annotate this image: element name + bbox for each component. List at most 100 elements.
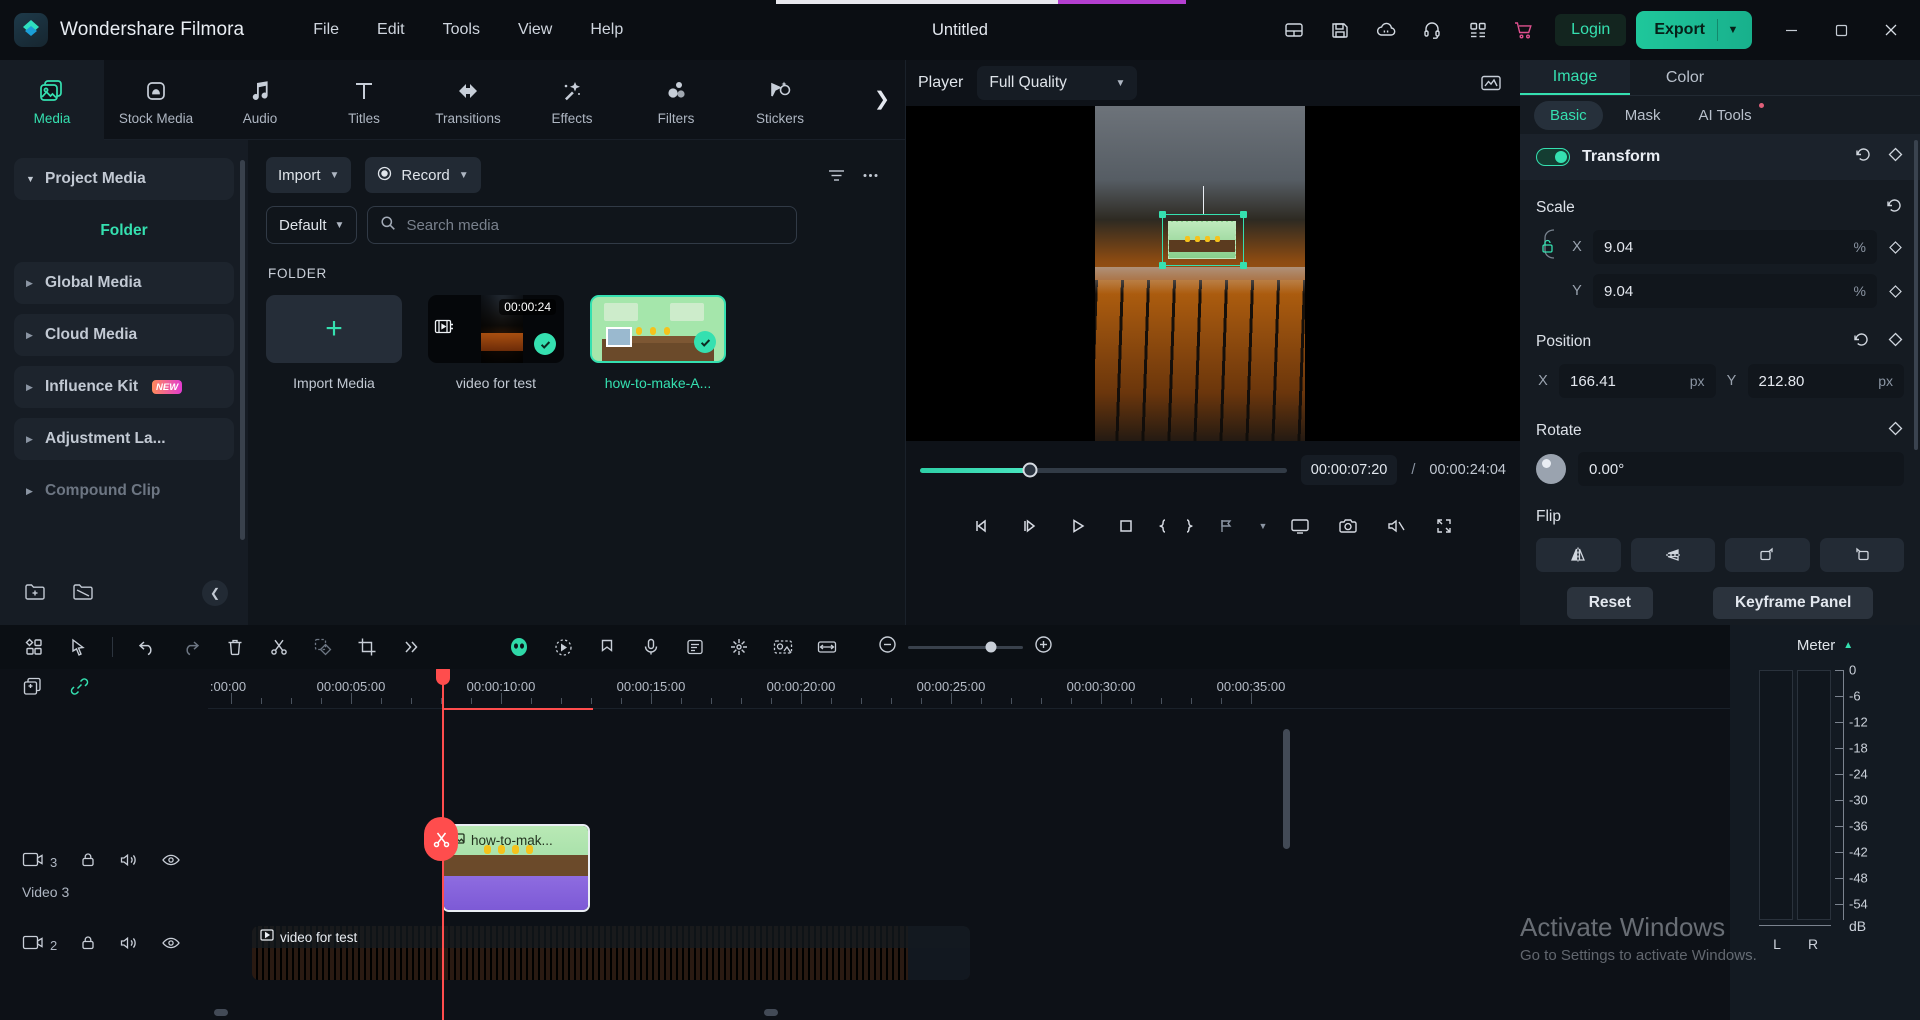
position-keyframe-icon[interactable] xyxy=(1887,331,1904,353)
rotate-right-icon[interactable] xyxy=(1725,538,1810,573)
timeline-vscrollbar[interactable] xyxy=(1283,729,1290,849)
timeline-clip-howto[interactable]: how-to-mak... xyxy=(442,824,590,912)
menu-help[interactable]: Help xyxy=(571,15,642,45)
tab-media[interactable]: Media xyxy=(0,59,104,140)
media-item-howto[interactable]: how-to-make-A... xyxy=(590,295,726,391)
quality-dropdown[interactable]: Full Quality ▼ xyxy=(977,66,1138,100)
video-track-icon[interactable] xyxy=(22,934,44,957)
rotation-handle[interactable] xyxy=(1203,186,1204,214)
menu-view[interactable]: View xyxy=(499,15,571,45)
fit-timeline-button[interactable] xyxy=(807,630,847,664)
scale-x-keyframe-icon[interactable] xyxy=(1886,240,1904,255)
import-button[interactable]: Import ▼ xyxy=(266,157,352,193)
speaker-mute-icon[interactable] xyxy=(1374,507,1418,545)
scale-y-input[interactable]: 9.04 % xyxy=(1593,274,1877,309)
search-input[interactable] xyxy=(406,216,785,234)
tab-effects[interactable]: Effects xyxy=(520,60,624,140)
subtab-mask[interactable]: Mask xyxy=(1609,101,1677,130)
more-horizontal-icon[interactable] xyxy=(853,158,887,192)
record-button[interactable]: Record ▼ xyxy=(365,157,481,193)
mute-icon[interactable] xyxy=(119,851,139,874)
transform-selection-box[interactable] xyxy=(1159,186,1247,269)
monitor-icon[interactable] xyxy=(1278,507,1322,545)
sidebar-item-cloud-media[interactable]: ▶ Cloud Media xyxy=(14,314,234,356)
more-tools-button[interactable] xyxy=(391,630,431,664)
rotate-dial[interactable] xyxy=(1536,454,1566,485)
reset-button[interactable]: Reset xyxy=(1566,587,1653,620)
seek-slider[interactable] xyxy=(920,462,1287,478)
new-folder-icon[interactable] xyxy=(24,581,46,606)
prev-frame-button[interactable] xyxy=(960,507,1004,545)
position-x-input[interactable]: 166.41 px xyxy=(1559,364,1716,399)
sidebar-item-folder[interactable]: Folder xyxy=(14,210,234,252)
cloud-upload-icon[interactable] xyxy=(1363,8,1409,52)
subtab-ai-tools[interactable]: AI Tools xyxy=(1683,101,1768,130)
lock-icon[interactable] xyxy=(79,851,97,874)
sidebar-item-project-media[interactable]: ▼ Project Media xyxy=(14,158,234,200)
save-icon[interactable] xyxy=(1317,8,1363,52)
sidebar-item-influence-kit[interactable]: ▶ Influence Kit NEW xyxy=(14,366,234,408)
position-y-input[interactable]: 212.80 px xyxy=(1747,364,1904,399)
mute-icon[interactable] xyxy=(119,934,139,957)
select-tool-button[interactable] xyxy=(58,630,98,664)
login-button[interactable]: Login xyxy=(1555,14,1627,46)
keyframe-dropdown[interactable]: ▼ xyxy=(1252,507,1274,545)
position-reset-icon[interactable] xyxy=(1852,330,1871,354)
menu-tools[interactable]: Tools xyxy=(424,15,499,45)
zoom-slider[interactable] xyxy=(908,641,1023,653)
export-button[interactable]: Export ▼ xyxy=(1636,11,1752,49)
subtab-basic[interactable]: Basic xyxy=(1534,100,1603,130)
current-time[interactable]: 00:00:07:20 xyxy=(1300,455,1398,485)
marker-button[interactable] xyxy=(587,630,627,664)
scale-y-keyframe-icon[interactable] xyxy=(1886,284,1904,299)
media-tabs-next-icon[interactable]: ❯ xyxy=(867,83,897,117)
timeline-clip-video[interactable]: video for test xyxy=(252,926,970,980)
media-item-video[interactable]: 00:00:24 video for test xyxy=(428,295,564,391)
mark-out-button[interactable] xyxy=(1178,507,1200,545)
layout-grid-button[interactable] xyxy=(14,630,54,664)
next-frame-button[interactable] xyxy=(1008,507,1052,545)
playhead-cap[interactable] xyxy=(436,669,450,685)
split-button[interactable] xyxy=(259,630,299,664)
headset-support-icon[interactable] xyxy=(1409,8,1455,52)
keyframe-star-button[interactable] xyxy=(719,630,759,664)
chevron-up-icon[interactable]: ▲ xyxy=(1843,640,1853,651)
tab-color[interactable]: Color xyxy=(1630,60,1740,95)
scale-reset-icon[interactable] xyxy=(1885,196,1904,220)
scale-x-input[interactable]: 9.04 % xyxy=(1593,230,1877,265)
shopping-cart-icon[interactable] xyxy=(1501,8,1547,52)
rotate-input[interactable]: 0.00° xyxy=(1578,452,1904,487)
properties-scrollbar[interactable] xyxy=(1914,140,1918,451)
meter-header[interactable]: Meter ▲ xyxy=(1730,637,1920,654)
play-button[interactable] xyxy=(1056,507,1100,545)
stop-button[interactable] xyxy=(1104,507,1148,545)
delete-button[interactable] xyxy=(215,630,255,664)
timeline-hscrollbar[interactable] xyxy=(208,1009,1730,1016)
flip-vertical-icon[interactable] xyxy=(1630,538,1715,573)
camera-icon[interactable] xyxy=(1326,507,1370,545)
add-track-icon[interactable] xyxy=(22,676,43,702)
transform-toggle[interactable] xyxy=(1536,148,1570,167)
tab-stickers[interactable]: Stickers xyxy=(728,60,832,140)
sidebar-collapse-icon[interactable]: ❮ xyxy=(202,580,228,606)
preview-stage[interactable] xyxy=(906,106,1520,441)
lock-icon[interactable] xyxy=(79,934,97,957)
tab-stock-media[interactable]: Stock Media xyxy=(104,60,208,140)
layout-icon[interactable] xyxy=(1271,8,1317,52)
link-icon[interactable] xyxy=(69,676,90,702)
mark-in-button[interactable] xyxy=(1152,507,1174,545)
redo-button[interactable] xyxy=(171,630,211,664)
apps-grid-icon[interactable] xyxy=(1455,8,1501,52)
eye-icon[interactable] xyxy=(161,934,181,957)
video-thumbnail[interactable]: 00:00:24 xyxy=(428,295,564,363)
timeline-canvas[interactable]: :00:00 00:00:05:00 00:00:10:00 00:00:15:… xyxy=(208,669,1730,1020)
menu-file[interactable]: File xyxy=(294,15,358,45)
maximize-button[interactable] xyxy=(1816,0,1866,60)
filter-icon[interactable] xyxy=(819,158,853,192)
crop-button[interactable] xyxy=(347,630,387,664)
tab-titles[interactable]: Titles xyxy=(312,60,416,140)
seek-knob[interactable] xyxy=(1022,462,1038,478)
ai-portrait-button[interactable] xyxy=(499,630,539,664)
import-media-tile[interactable]: + xyxy=(266,295,402,363)
sidebar-item-global-media[interactable]: ▶ Global Media xyxy=(14,262,234,304)
